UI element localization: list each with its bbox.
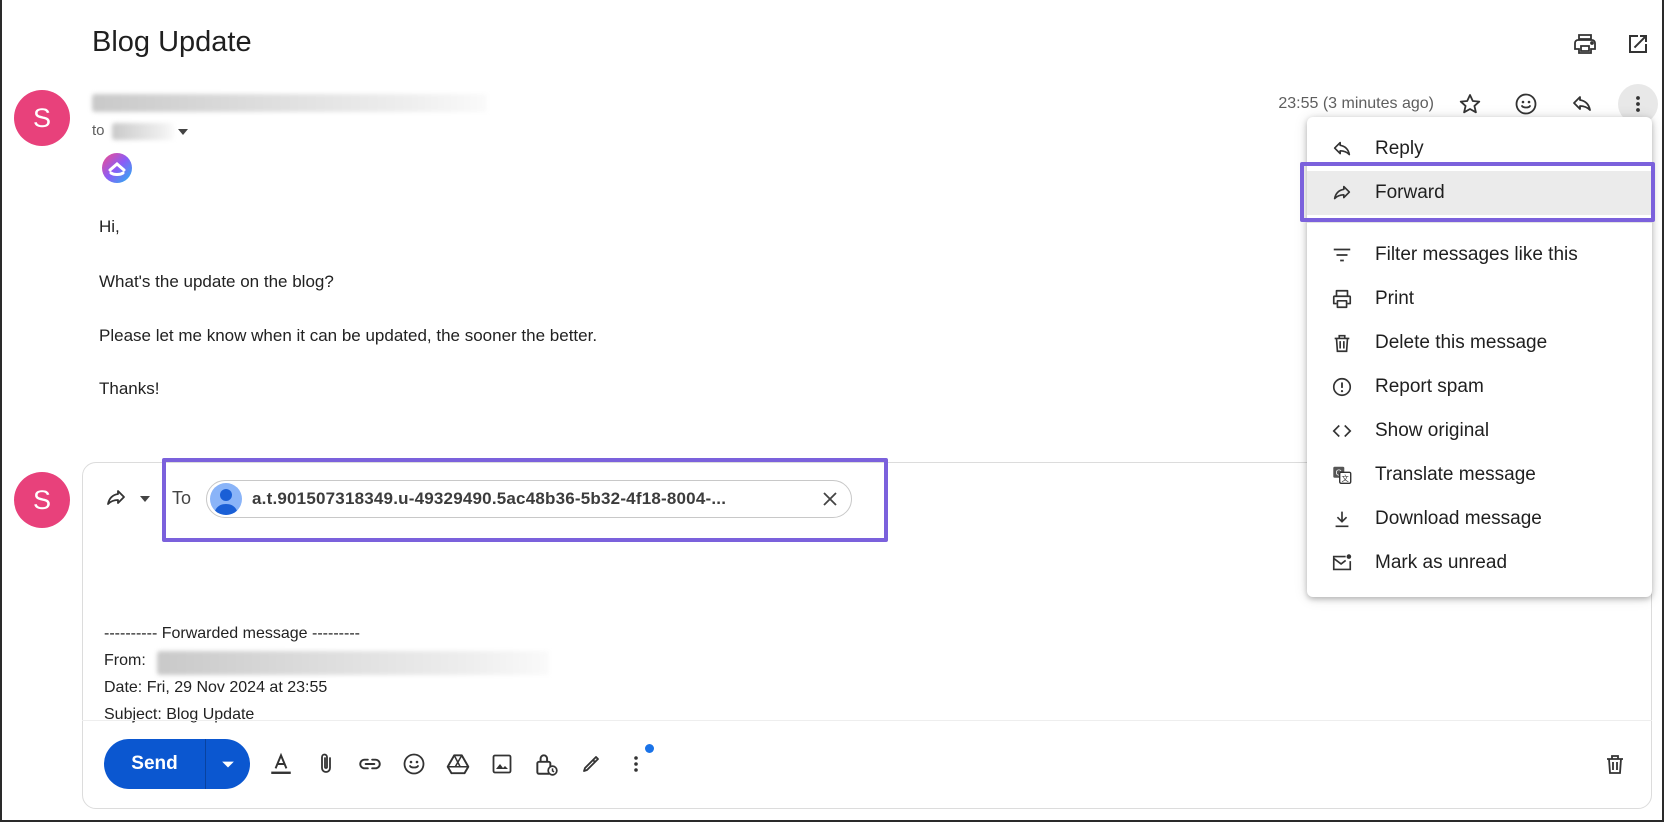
menu-item-print[interactable]: Print [1307, 277, 1652, 321]
menu-item-report-spam[interactable]: Report spam [1307, 365, 1652, 409]
spam-icon [1329, 374, 1355, 400]
menu-item-filter[interactable]: Filter messages like this [1307, 233, 1652, 277]
details-dropdown-icon[interactable] [177, 125, 189, 143]
menu-item-label: Print [1375, 288, 1415, 309]
menu-item-label: Translate message [1375, 464, 1536, 485]
recipient-redacted [112, 123, 174, 140]
body-line-2: Please let me know when it can be update… [99, 326, 598, 345]
confidential-mode-icon[interactable] [531, 749, 561, 779]
google-drive-icon[interactable] [443, 749, 473, 779]
send-button[interactable]: Send [104, 753, 205, 775]
discard-draft-icon[interactable] [1600, 749, 1630, 779]
recipient-highlight-box [162, 458, 888, 542]
open-new-window-icon[interactable] [1622, 28, 1654, 60]
compose-avatar-initial: S [32, 484, 51, 515]
formatting-icon[interactable] [266, 749, 296, 779]
recipient-line[interactable]: to [92, 122, 105, 139]
to-prefix: to [92, 122, 105, 139]
schedule-send-dropdown-icon[interactable] [206, 739, 250, 789]
avatar-initial: S [32, 102, 51, 133]
response-type-dropdown-icon[interactable] [139, 492, 151, 510]
body-closing: Thanks! [99, 379, 160, 398]
sender-name-redacted [92, 94, 487, 112]
menu-item-label: Reply [1375, 138, 1424, 159]
menu-divider [1307, 222, 1652, 223]
sender-avatar[interactable]: S [14, 90, 70, 146]
attach-file-icon[interactable] [311, 749, 341, 779]
forward-highlight-box [1300, 162, 1655, 222]
notification-dot [645, 744, 654, 753]
app-logo-icon [101, 152, 133, 189]
filter-icon [1329, 242, 1355, 268]
compose-avatar: S [14, 472, 70, 528]
body-line-1: What's the update on the blog? [99, 272, 334, 291]
menu-item-show-original[interactable]: Show original [1307, 409, 1652, 453]
send-button-group[interactable]: Send [104, 739, 250, 789]
forwarded-subject: Subject: Blog Update [104, 706, 255, 723]
body-greeting: Hi, [99, 217, 120, 236]
toolbar-divider [82, 720, 1652, 721]
signature-icon[interactable] [576, 749, 606, 779]
svg-text:文: 文 [1342, 474, 1350, 483]
menu-item-label: Report spam [1375, 376, 1484, 397]
code-icon [1329, 418, 1355, 444]
email-subject: Blog Update [92, 26, 252, 58]
insert-photo-icon[interactable] [487, 749, 517, 779]
mark-unread-icon [1329, 550, 1355, 576]
print-all-icon[interactable] [1569, 28, 1601, 60]
menu-item-label: Mark as unread [1375, 552, 1508, 573]
download-icon [1329, 506, 1355, 532]
trash-icon [1329, 330, 1355, 356]
response-type-icon[interactable] [104, 486, 128, 515]
print-icon [1329, 286, 1355, 312]
translate-icon: G文 [1329, 462, 1355, 488]
insert-emoji-icon[interactable] [399, 749, 429, 779]
menu-item-download[interactable]: Download message [1307, 497, 1652, 541]
forwarded-date: Date: Fri, 29 Nov 2024 at 23:55 [104, 679, 328, 696]
menu-item-delete[interactable]: Delete this message [1307, 321, 1652, 365]
menu-item-label: Download message [1375, 508, 1542, 529]
insert-link-icon[interactable] [355, 749, 385, 779]
menu-item-label: Delete this message [1375, 332, 1548, 353]
reply-icon [1329, 136, 1355, 162]
forwarded-from-label: From: [104, 652, 146, 669]
forwarded-from-redacted [157, 651, 549, 675]
more-compose-options-icon[interactable] [621, 749, 651, 779]
menu-item-translate[interactable]: G文 Translate message [1307, 453, 1652, 497]
menu-item-label: Show original [1375, 420, 1490, 441]
menu-item-mark-unread[interactable]: Mark as unread [1307, 541, 1652, 585]
message-time: 23:55 (3 minutes ago) [1278, 95, 1434, 112]
forwarded-header: ---------- Forwarded message --------- [104, 625, 360, 642]
menu-item-label: Filter messages like this [1375, 244, 1578, 265]
